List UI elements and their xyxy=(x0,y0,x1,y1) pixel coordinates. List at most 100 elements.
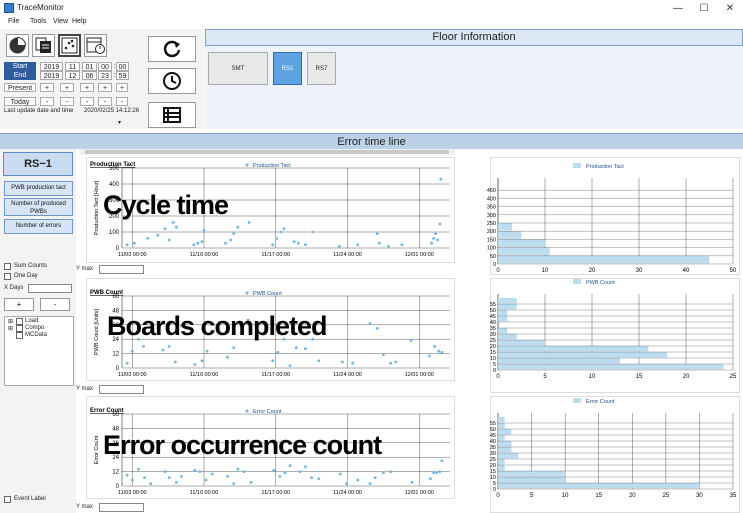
y-tick-label: 10 xyxy=(490,475,496,481)
x-tick-label: 11/17 00:00 xyxy=(261,372,290,378)
data-point xyxy=(440,459,444,463)
legend-marker xyxy=(573,163,581,168)
data-point xyxy=(142,345,145,348)
bar xyxy=(498,304,517,310)
y-tick-label: 20 xyxy=(490,344,496,350)
x-tick-label: 25 xyxy=(663,493,670,499)
data-point xyxy=(130,349,134,353)
y-tick-label: 20 xyxy=(490,463,496,469)
data-point xyxy=(163,227,167,231)
bar xyxy=(498,310,508,316)
legend-marker xyxy=(245,163,249,167)
data-point xyxy=(304,465,307,469)
y-tick-label: 5 xyxy=(493,362,496,368)
data-point xyxy=(200,359,204,363)
y-tick-label: 50 xyxy=(490,308,496,314)
y-tick-label: 25 xyxy=(490,457,496,463)
data-point xyxy=(438,222,442,226)
data-point xyxy=(137,467,140,471)
x-tick-label: 40 xyxy=(683,268,690,274)
data-point xyxy=(229,238,233,242)
y-axis-label: Production Tact [Hour] xyxy=(94,180,100,235)
y-tick-label: 400 xyxy=(487,196,496,202)
data-point xyxy=(292,240,296,244)
bar xyxy=(498,417,505,423)
x-tick-label: 11/17 00:00 xyxy=(261,252,290,258)
x-tick-label: 11/10 00:00 xyxy=(190,372,219,378)
data-point xyxy=(200,240,204,244)
bar xyxy=(498,231,522,239)
bar xyxy=(498,447,512,453)
data-point xyxy=(130,478,134,482)
x-tick-label: 15 xyxy=(636,374,643,380)
data-point xyxy=(311,230,315,234)
data-point xyxy=(345,482,348,485)
x-tick-label: 0 xyxy=(496,374,500,380)
legend-label: Production Tact xyxy=(586,164,624,170)
x-tick-label: 25 xyxy=(730,374,737,380)
bar xyxy=(498,364,724,370)
bar xyxy=(498,352,668,358)
y-tick-label: 40 xyxy=(490,320,496,326)
data-point xyxy=(205,349,209,353)
legend-marker xyxy=(573,398,581,403)
data-point xyxy=(434,232,438,236)
data-point xyxy=(409,339,413,342)
data-point xyxy=(377,241,381,245)
x-tick-label: 15 xyxy=(595,493,602,499)
y-tick-label: 5 xyxy=(493,481,496,487)
data-point xyxy=(232,482,236,485)
y-tick-label: 0 xyxy=(493,487,496,493)
data-point xyxy=(196,241,200,245)
y-tick-label: 12 xyxy=(112,470,119,476)
bar xyxy=(498,453,519,459)
x-tick-label: 0 xyxy=(496,493,500,499)
bar xyxy=(498,298,517,304)
data-point xyxy=(389,470,392,473)
y-tick-label: 15 xyxy=(490,469,496,475)
x-tick-label: 30 xyxy=(636,268,643,274)
data-point xyxy=(356,478,360,482)
x-tick-label: 30 xyxy=(696,493,703,499)
data-point xyxy=(125,473,129,477)
legend-marker xyxy=(573,279,581,284)
data-point xyxy=(428,354,431,358)
data-point xyxy=(143,476,146,479)
data-point xyxy=(373,476,377,479)
bar xyxy=(498,255,710,264)
data-point xyxy=(125,243,129,247)
data-point xyxy=(435,471,439,475)
bar xyxy=(498,441,512,447)
data-point xyxy=(272,469,276,472)
data-point xyxy=(276,351,280,354)
data-point xyxy=(278,475,282,478)
data-point xyxy=(368,482,372,485)
y-tick-label: 55 xyxy=(490,302,496,308)
data-point xyxy=(226,355,229,359)
data-point xyxy=(210,472,214,476)
bar xyxy=(498,346,649,352)
y-tick-label: 0 xyxy=(493,368,496,374)
data-point xyxy=(271,359,275,363)
bar xyxy=(498,334,517,340)
data-point xyxy=(226,475,229,478)
data-point xyxy=(125,361,129,365)
data-point xyxy=(356,243,360,247)
data-point xyxy=(271,243,275,247)
data-point xyxy=(368,322,372,325)
y-tick-label: 12 xyxy=(112,352,119,358)
x-tick-label: 12/01 00:00 xyxy=(405,490,434,496)
bar xyxy=(498,429,512,435)
bar xyxy=(498,459,505,465)
data-point xyxy=(338,472,342,476)
data-point xyxy=(394,360,398,364)
data-point xyxy=(436,238,440,242)
data-point xyxy=(167,476,171,479)
data-point xyxy=(381,471,385,475)
data-point xyxy=(375,327,379,330)
data-point xyxy=(193,469,197,472)
bar xyxy=(498,465,505,471)
data-point xyxy=(400,243,404,247)
data-point xyxy=(288,364,292,367)
data-point xyxy=(283,471,287,475)
